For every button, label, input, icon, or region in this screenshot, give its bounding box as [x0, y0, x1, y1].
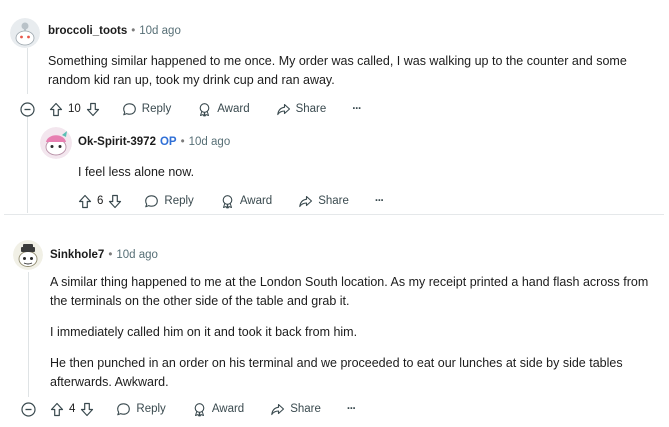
avatar[interactable] [13, 240, 43, 270]
collapse-minus-icon [20, 102, 35, 117]
comment-time[interactable]: 10d ago [189, 136, 231, 148]
share-label: Share [318, 195, 349, 207]
thread-divider [4, 214, 664, 215]
comment-meta: broccoli_toots • 10d ago [48, 25, 181, 37]
vote-count: 10 [68, 103, 81, 115]
award-ribbon-icon [194, 402, 205, 416]
reply-button[interactable]: Reply [122, 102, 171, 117]
avatar-snoo-icon [40, 127, 72, 159]
downvote-button[interactable] [80, 402, 94, 417]
author-name[interactable]: Sinkhole7 [50, 249, 104, 261]
comment-paragraph: He then punched in an order on his termi… [50, 356, 623, 389]
vote-count: 6 [97, 195, 104, 207]
share-label: Share [290, 403, 321, 415]
award-button[interactable]: Award [220, 194, 272, 209]
comment-body: A similar thing happened to me at the Lo… [50, 273, 660, 392]
speech-bubble-icon [122, 102, 136, 115]
separator-dot: • [180, 136, 185, 148]
comment-actions: 6 Reply Award Share ··· [78, 192, 384, 210]
avatar[interactable] [10, 18, 40, 48]
share-label: Share [295, 103, 327, 115]
more-options-icon: ··· [374, 195, 384, 207]
share-button[interactable]: Share [298, 194, 349, 209]
collapse-button[interactable] [20, 102, 35, 122]
comment-time[interactable]: 10d ago [139, 25, 181, 37]
downvote-arrow-icon [86, 102, 99, 116]
downvote-button[interactable] [108, 194, 122, 209]
reply-label: Reply [141, 103, 172, 115]
upvote-arrow-icon [49, 102, 63, 116]
collapse-minus-icon [21, 402, 36, 417]
avatar-snoo-icon [13, 240, 43, 270]
share-button[interactable]: Share [270, 402, 321, 417]
award-label: Award [217, 103, 250, 115]
reply-label: Reply [164, 195, 194, 207]
upvote-arrow-icon [78, 194, 92, 208]
reply-button[interactable]: Reply [116, 402, 166, 417]
downvote-arrow-icon [81, 402, 94, 416]
comment-body: Something similar happened to me once. M… [48, 52, 660, 90]
more-options-icon: ··· [352, 103, 361, 115]
separator-dot: • [131, 25, 136, 37]
author-name[interactable]: Ok-Spirit-3972 [78, 136, 156, 148]
award-button[interactable]: Award [192, 402, 244, 417]
comment-actions: 4 Reply Award Share ··· [50, 400, 356, 418]
more-options-button[interactable]: ··· [347, 403, 356, 415]
comment-time[interactable]: 10d ago [116, 249, 158, 261]
comment-paragraph: I feel less alone now. [78, 165, 195, 179]
avatar-snoo-icon [10, 18, 40, 48]
award-label: Award [211, 403, 245, 415]
reply-button[interactable]: Reply [144, 194, 194, 209]
author-name[interactable]: broccoli_toots [48, 25, 127, 37]
vote-group: 10 [49, 102, 100, 117]
downvote-button[interactable] [86, 102, 100, 117]
op-badge: OP [159, 136, 177, 148]
more-options-icon: ··· [346, 403, 356, 415]
vote-group: 4 [50, 402, 94, 417]
thread-line [28, 272, 29, 397]
thread-line [27, 48, 28, 94]
comment-body: I feel less alone now. [78, 163, 658, 182]
speech-bubble-icon [117, 402, 131, 415]
share-button[interactable]: Share [276, 102, 327, 117]
share-arrow-icon [276, 103, 290, 115]
collapse-button[interactable] [21, 402, 36, 422]
comment-paragraph: A similar thing happened to me at the Lo… [50, 275, 649, 308]
speech-bubble-icon [145, 194, 159, 207]
more-options-button[interactable]: ··· [375, 195, 384, 207]
comment-actions: 10 Reply Award Share ··· [49, 100, 362, 118]
avatar[interactable] [40, 127, 72, 159]
vote-group: 6 [78, 194, 122, 209]
downvote-arrow-icon [109, 194, 122, 208]
share-arrow-icon [271, 403, 285, 415]
comment-paragraph: Something similar happened to me once. M… [48, 54, 627, 87]
upvote-button[interactable] [50, 402, 64, 417]
award-ribbon-icon [199, 102, 210, 116]
award-ribbon-icon [222, 194, 233, 208]
thread-line [27, 116, 28, 213]
comment-meta: Sinkhole7 • 10d ago [50, 249, 158, 261]
award-button[interactable]: Award [197, 102, 250, 117]
more-options-button[interactable]: ··· [352, 103, 361, 115]
vote-count: 4 [69, 403, 76, 415]
comment-meta: Ok-Spirit-3972 OP • 10d ago [78, 136, 230, 148]
reply-label: Reply [136, 403, 166, 415]
upvote-button[interactable] [78, 194, 92, 209]
upvote-arrow-icon [50, 402, 64, 416]
share-arrow-icon [299, 195, 313, 207]
comment-paragraph: I immediately called him on it and took … [50, 325, 358, 339]
upvote-button[interactable] [49, 102, 63, 117]
separator-dot: • [108, 249, 113, 261]
award-label: Award [239, 195, 273, 207]
